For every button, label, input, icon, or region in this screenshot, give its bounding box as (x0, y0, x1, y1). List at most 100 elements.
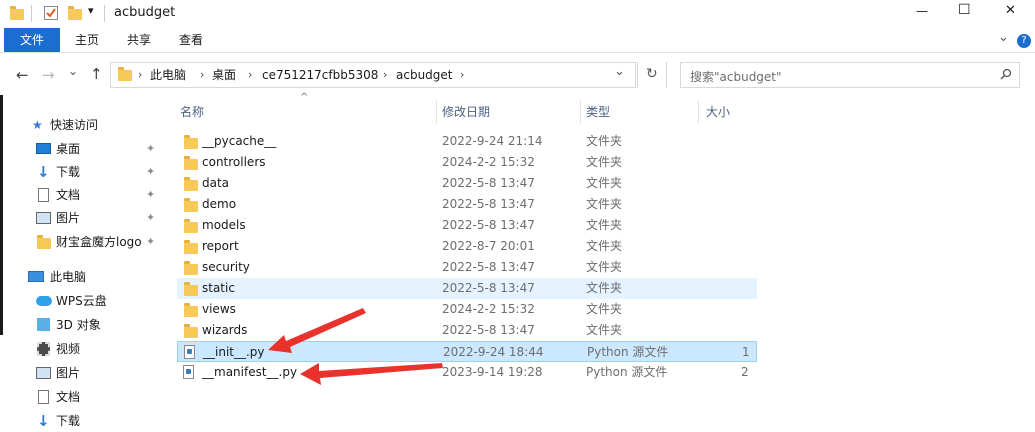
search-input[interactable]: 搜索"acbudget" (690, 68, 782, 85)
folder-row[interactable]: report 2022-8-7 20:01 文件夹 (177, 236, 757, 257)
annotation-arrows (268, 308, 443, 385)
file-modified: 2022-5-8 13:47 (442, 218, 535, 232)
column-header-size[interactable]: 大小 (706, 102, 730, 122)
tab-file[interactable]: 文件 (4, 28, 60, 52)
customize-toolbar-icon[interactable]: ▾ (88, 4, 94, 17)
tab-view[interactable]: 查看 (172, 28, 210, 52)
folder-icon (184, 324, 198, 338)
file-size: 2 (741, 365, 749, 379)
file-name: __init__.py (203, 345, 265, 359)
file-type: 文件夹 (586, 302, 623, 316)
back-button[interactable]: ← (16, 66, 29, 84)
minimize-button[interactable]: — (916, 4, 928, 18)
file-name: static (202, 281, 235, 295)
folder-icon (184, 282, 198, 296)
breadcrumb-desktop[interactable]: 桌面 (212, 62, 236, 88)
folder-icon (184, 156, 198, 170)
folder-icon (184, 219, 198, 233)
folder-row[interactable]: static 2022-5-8 13:47 文件夹 (177, 278, 757, 299)
address-dropdown-icon[interactable]: ⌄ (614, 64, 625, 79)
column-header-type[interactable]: 类型 (586, 102, 610, 122)
help-icon[interactable]: ? (1017, 34, 1031, 48)
folder-icon (184, 261, 198, 275)
folder-icon (184, 240, 198, 254)
column-divider[interactable] (580, 100, 581, 124)
column-divider[interactable] (436, 100, 437, 124)
file-type: 文件夹 (586, 155, 623, 169)
file-name: models (202, 218, 246, 232)
folder-icon (184, 303, 198, 317)
3d-objects-icon (37, 318, 50, 331)
pin-icon[interactable]: ✦ (146, 231, 155, 253)
up-button[interactable]: ↑ (90, 65, 103, 83)
tab-share[interactable]: 共享 (120, 28, 158, 52)
star-icon: ★ (32, 118, 43, 132)
window-edge (0, 95, 3, 335)
breadcrumb-folder[interactable]: ce751217cfbb5308 (262, 62, 378, 88)
cloud-icon (36, 296, 52, 306)
new-folder-icon[interactable] (68, 6, 82, 20)
folder-row[interactable]: data 2022-5-8 13:47 文件夹 (177, 173, 757, 194)
tab-home[interactable]: 主页 (68, 28, 106, 52)
breadcrumb-this-pc[interactable]: 此电脑 (150, 62, 186, 88)
column-header-modified[interactable]: 修改日期 (442, 102, 490, 122)
breadcrumb-current[interactable]: acbudget (396, 62, 453, 88)
divider (31, 5, 32, 22)
file-modified: 2024-2-2 15:32 (442, 155, 535, 169)
file-type: 文件夹 (586, 239, 623, 253)
file-modified: 2022-8-7 20:01 (442, 239, 535, 253)
document-icon (38, 188, 49, 202)
sort-indicator-icon: ^ (300, 92, 309, 103)
maximize-button[interactable]: ☐ (958, 2, 971, 18)
pin-icon[interactable]: ✦ (146, 138, 155, 160)
file-name: demo (202, 197, 237, 211)
folder-icon (184, 177, 198, 191)
file-modified: 2022-5-8 13:47 (442, 197, 535, 211)
picture-icon (36, 212, 51, 224)
file-name: report (202, 239, 239, 253)
file-modified: 2022-5-8 13:47 (442, 176, 535, 190)
file-type: 文件夹 (586, 134, 623, 148)
column-header-name[interactable]: 名称 (180, 102, 204, 122)
breadcrumb-separator: › (460, 68, 465, 81)
folder-icon (10, 6, 24, 20)
recent-locations-icon[interactable]: ⌄ (68, 64, 78, 78)
python-file-icon (184, 345, 195, 359)
forward-button[interactable]: → (42, 66, 55, 84)
divider (104, 5, 105, 22)
refresh-button[interactable]: ↻ (646, 66, 658, 82)
column-divider[interactable] (698, 100, 699, 124)
file-name: data (202, 176, 230, 190)
python-file-icon (183, 365, 194, 379)
pin-icon[interactable]: ✦ (146, 184, 155, 206)
pin-icon[interactable]: ✦ (146, 207, 155, 229)
folder-row[interactable]: __pycache__ 2022-9-24 21:14 文件夹 (177, 131, 757, 152)
file-type: 文件夹 (586, 176, 623, 190)
folder-row[interactable]: demo 2022-5-8 13:47 文件夹 (177, 194, 757, 215)
close-button[interactable]: ✕ (1005, 3, 1016, 18)
file-type: 文件夹 (586, 323, 623, 337)
file-modified: 2022-5-8 13:47 (442, 281, 535, 295)
file-type: 文件夹 (586, 260, 623, 274)
folder-row[interactable]: models 2022-5-8 13:47 文件夹 (177, 215, 757, 236)
annotation-arrow-manifest (300, 363, 443, 385)
folder-icon (118, 67, 132, 81)
folder-icon (37, 235, 51, 249)
download-icon: ↓ (37, 412, 50, 430)
file-type: Python 源文件 (587, 345, 669, 359)
folder-row[interactable]: controllers 2024-2-2 15:32 文件夹 (177, 152, 757, 173)
file-type: Python 源文件 (586, 365, 668, 379)
pin-icon[interactable]: ✦ (146, 161, 155, 183)
file-name: views (202, 302, 236, 316)
properties-icon[interactable] (44, 6, 58, 20)
folder-icon (184, 135, 198, 149)
file-size: 1 (742, 345, 750, 359)
file-modified: 2022-9-24 18:44 (443, 345, 544, 359)
folder-row[interactable]: security 2022-5-8 13:47 文件夹 (177, 257, 757, 278)
search-icon[interactable] (1000, 68, 1012, 83)
folder-icon (184, 198, 198, 212)
desktop-icon (36, 143, 51, 154)
file-name: wizards (202, 323, 248, 337)
ribbon-expand-icon[interactable]: ⌄ (998, 30, 1009, 45)
breadcrumb-separator: › (248, 68, 253, 81)
